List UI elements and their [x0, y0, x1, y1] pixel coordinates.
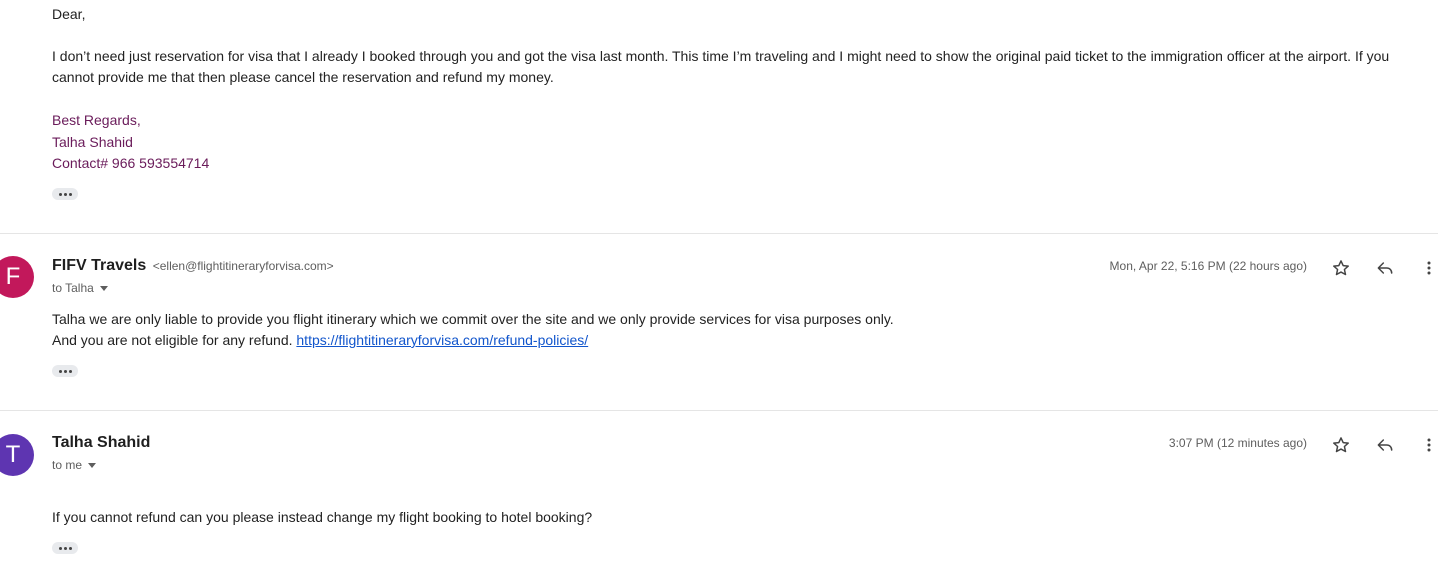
message-1-greeting: Dear,: [52, 6, 86, 22]
more-vert-icon: [1427, 438, 1431, 452]
more-vert-icon: [1427, 261, 1431, 275]
sender[interactable]: FIFV Travels <ellen@flightitineraryforvi…: [52, 257, 334, 275]
reply-icon: [1377, 439, 1393, 451]
star-icon: [1333, 437, 1349, 453]
signature-line: Contact# 966 593554714: [52, 155, 210, 171]
message-timestamp: 3:07 PM (12 minutes ago): [1168, 436, 1307, 450]
star-button[interactable]: [1329, 256, 1353, 280]
signature-line: Talha Shahid: [52, 134, 133, 150]
sender-name: FIFV Travels: [52, 257, 147, 274]
more-options-button[interactable]: [1417, 433, 1438, 457]
signature-line: Best Regards,: [52, 112, 141, 128]
message-3-body: If you cannot refund can you please inst…: [52, 509, 593, 525]
message-1-body-line-2: cannot provide me that then please cance…: [52, 69, 554, 85]
message-2-body-line-2: And you are not eligible for any refund.…: [52, 330, 588, 351]
reply-icon: [1377, 262, 1393, 274]
avatar-letter: T: [5, 441, 21, 468]
recipient-details-toggle[interactable]: to Talha: [52, 281, 108, 295]
reply-button[interactable]: [1373, 256, 1397, 280]
message-timestamp: Mon, Apr 22, 5:16 PM (22 hours ago): [1109, 259, 1307, 273]
refund-policy-link[interactable]: https://flightitineraryforvisa.com/refun…: [296, 332, 588, 348]
recipient-details-toggle[interactable]: to me: [52, 458, 97, 472]
message-divider: [0, 410, 1438, 411]
avatar-letter: F: [5, 263, 21, 290]
chevron-down-icon: [99, 285, 108, 291]
sender-name: Talha Shahid: [52, 434, 151, 451]
avatar[interactable]: F: [0, 256, 34, 298]
message-1-body-line-1: I don’t need just reservation for visa t…: [52, 48, 1390, 64]
chevron-down-icon: [88, 462, 97, 468]
recipient-label: to Talha: [52, 281, 94, 295]
sender-email: <ellen@flightitineraryforvisa.com>: [152, 259, 334, 273]
show-trimmed-content-button[interactable]: [52, 188, 78, 200]
message-divider: [0, 233, 1438, 234]
reply-button[interactable]: [1373, 433, 1397, 457]
star-icon: [1333, 260, 1349, 276]
message-2-body-line-1: Talha we are only liable to provide you …: [52, 311, 894, 327]
more-options-button[interactable]: [1417, 256, 1438, 280]
show-trimmed-content-button[interactable]: [52, 365, 78, 377]
recipient-label: to me: [52, 458, 83, 472]
message-2-body-text: And you are not eligible for any refund.: [52, 332, 293, 348]
sender[interactable]: Talha Shahid: [52, 434, 150, 452]
star-button[interactable]: [1329, 433, 1353, 457]
show-trimmed-content-button[interactable]: [52, 542, 78, 554]
avatar[interactable]: T: [0, 434, 34, 476]
